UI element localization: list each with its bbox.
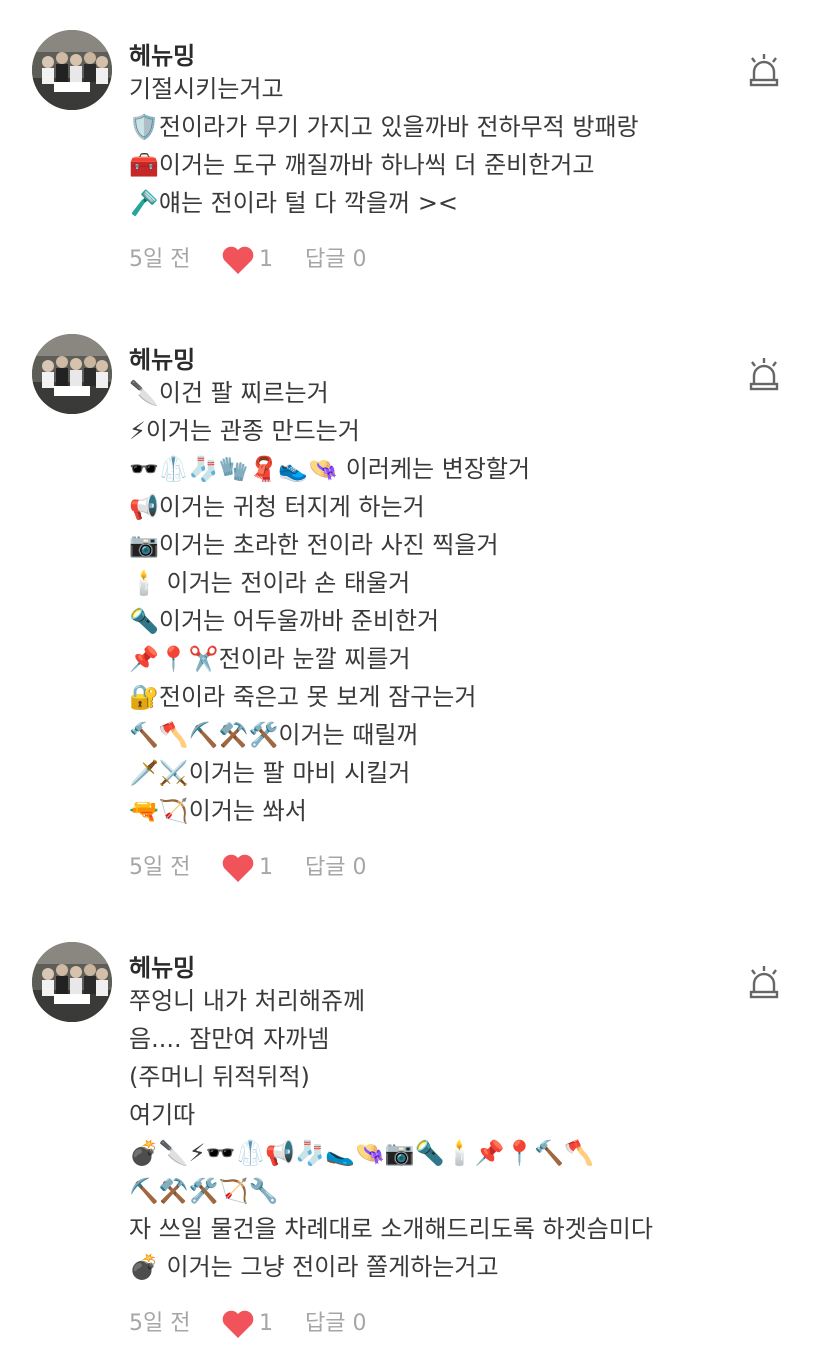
comment-line: ⛏️⚒️🛠️🏹🔧: [129, 1177, 279, 1205]
comment-line: 📌📍✂️전이라 눈깔 찌를거: [129, 645, 411, 673]
heart-icon: [221, 1309, 255, 1339]
avatar[interactable]: [32, 30, 112, 110]
heart-icon: [221, 853, 255, 883]
comment-author[interactable]: 헤뉴밍: [129, 340, 195, 375]
comment-line: ⚡이거는 관종 만드는거: [129, 417, 360, 445]
comment-line: 📷이거는 초라한 전이라 사진 찍을거: [129, 531, 499, 559]
comment-line: 💣 이거는 그냥 전이라 쫄게하는거고: [129, 1253, 499, 1281]
group-photo-avatar-icon: [32, 942, 112, 1022]
heart-icon: [221, 245, 255, 275]
comment-body: 기절시키는거고 🛡️전이라가 무기 가지고 있을까바 전하무적 방패랑 🧰이거는…: [129, 70, 789, 222]
comment-line: 자 쓰일 물건을 차례대로 소개해드리도록 하겟슴미다: [129, 1215, 653, 1243]
comment-body: 쭈엉니 내가 처리해쥬께 음.... 잠만여 자까넴 (주머니 뒤적뒤적) 여기…: [129, 982, 789, 1286]
avatar[interactable]: [32, 942, 112, 1022]
comment-line: 💣🔪⚡🕶️🥼📢🧦🥿👒📷🔦🕯️📌📍🔨🪓: [129, 1139, 595, 1167]
comment-line: 🔫🏹이거는 쏴서: [129, 797, 307, 825]
comment-line: 🔐전이라 죽은고 못 보게 잠구는거: [129, 683, 477, 711]
comment-body: 🔪이건 팔 찌르는거 ⚡이거는 관종 만드는거 🕶️🥼🧦🧤🧣👟👒 이러케는 변장…: [129, 374, 789, 830]
comment-author[interactable]: 헤뉴밍: [129, 948, 195, 983]
comment-time: 5일 전: [129, 855, 191, 880]
reply-button[interactable]: 답글 0: [305, 243, 366, 277]
comment-line: 🪒얘는 전이라 털 다 깍을꺼 ><: [129, 189, 459, 217]
comment-line: 🕯️ 이거는 전이라 손 태울거: [129, 569, 411, 597]
comment-line: 🔨🪓⛏️⚒️🛠️이거는 때릴꺼: [129, 721, 419, 749]
comment-line: 🗡️⚔️이거는 팔 마비 시킬거: [129, 759, 411, 787]
like-count: 1: [259, 247, 273, 272]
comment-line: 🔪이건 팔 찌르는거: [129, 379, 329, 407]
like-count: 1: [259, 1311, 273, 1336]
avatar[interactable]: [32, 334, 112, 414]
group-photo-avatar-icon: [32, 334, 112, 414]
comment-line: 🕶️🥼🧦🧤🧣👟👒 이러케는 변장할거: [129, 455, 531, 483]
group-photo-avatar-icon: [32, 30, 112, 110]
comment-line: 📢이거는 귀청 터지게 하는거: [129, 493, 425, 521]
comment-line: 🧰이거는 도구 깨질까바 하나씩 더 준비한거고: [129, 151, 595, 179]
comment-time: 5일 전: [129, 1311, 191, 1336]
comment-author[interactable]: 헤뉴밍: [129, 36, 195, 71]
reply-button[interactable]: 답글 0: [305, 851, 366, 885]
comment-line: 🔦이거는 어두울까바 준비한거: [129, 607, 440, 635]
comment-line: 쭈엉니 내가 처리해쥬께: [129, 987, 366, 1015]
comment-line: (주머니 뒤적뒤적): [129, 1063, 310, 1091]
comment-line: 여기따: [129, 1101, 196, 1129]
like-count: 1: [259, 855, 273, 880]
reply-button[interactable]: 답글 0: [305, 1307, 366, 1341]
comment-time: 5일 전: [129, 247, 191, 272]
comment-line: 🛡️전이라가 무기 가지고 있을까바 전하무적 방패랑: [129, 113, 639, 141]
comment-line: 음.... 잠만여 자까넴: [129, 1025, 330, 1053]
comment-line: 기절시키는거고: [129, 75, 284, 103]
